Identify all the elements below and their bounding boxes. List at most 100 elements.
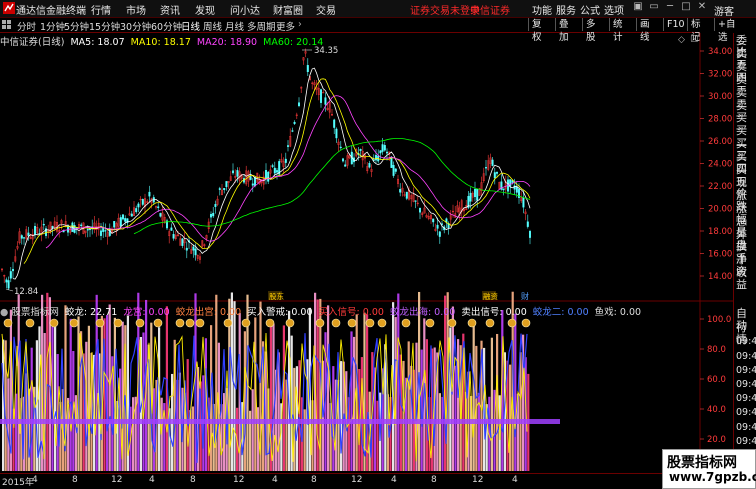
coin-icon: [377, 318, 387, 328]
menu-ask[interactable]: 问小达: [230, 2, 260, 17]
coin-icon: [135, 318, 145, 328]
tab-60min[interactable]: 60分钟: [151, 19, 182, 33]
time-tick: 4: [149, 475, 155, 485]
candle-body: [267, 171, 270, 182]
event-mark-finance[interactable]: 财: [521, 291, 529, 301]
tab-15min[interactable]: 15分钟: [89, 19, 120, 33]
price-tick: 30.00: [708, 92, 732, 102]
close-icon[interactable]: ✕: [696, 1, 708, 14]
price-tick: 26.00: [708, 137, 732, 147]
indicator-tick: 20.0: [707, 435, 726, 445]
indicator-bar: [295, 366, 298, 471]
overlay-button[interactable]: 叠加: [555, 18, 572, 43]
indicator-bar: [514, 313, 517, 471]
buysignal-value: 买入信号: 0.00: [318, 307, 384, 318]
candle-body: [273, 167, 276, 174]
candle-body: [368, 163, 371, 168]
tab-1min[interactable]: 1分钟: [40, 19, 65, 33]
coin-icon: [285, 318, 295, 328]
candle-body: [333, 119, 336, 128]
time-tick: 4: [391, 475, 397, 485]
menu-quotes[interactable]: 行情: [91, 2, 111, 17]
price-tick: 14.00: [708, 272, 732, 282]
coin-icon: [195, 318, 205, 328]
f10-button[interactable]: F10: [663, 18, 688, 31]
broker-name[interactable]: 中信证券: [470, 2, 510, 17]
candle-body: [284, 158, 287, 163]
event-mark-financing[interactable]: 融资: [483, 291, 498, 301]
app-logo-icon: [3, 2, 15, 14]
candle-body: [225, 181, 228, 188]
indicator-bar: [438, 393, 441, 471]
coin-icon: [331, 318, 341, 328]
skin-icon[interactable]: ▣: [632, 1, 644, 14]
candle-body: [113, 221, 116, 228]
candle-body: [102, 227, 105, 232]
tab-5min[interactable]: 5分钟: [64, 19, 89, 33]
tab-weekly[interactable]: 周线: [203, 19, 222, 33]
indicator-tick: 60.0: [707, 375, 726, 385]
adjust-button[interactable]: 复权: [528, 18, 545, 43]
candle-body: [324, 97, 327, 105]
sellsignal-value: 卖出信号: 0.00: [461, 307, 527, 318]
candlestick-series: [1, 48, 532, 291]
candle-body: [491, 159, 494, 166]
restore-icon[interactable]: ▭: [648, 1, 660, 14]
guest-label[interactable]: 游客: [714, 3, 734, 18]
candle-body: [27, 232, 30, 236]
coin-icon: [25, 318, 35, 328]
candle-body: [474, 189, 477, 198]
candle-body: [529, 231, 532, 238]
candle-body: [469, 192, 472, 202]
chart-area[interactable]: 34.00 32.00 30.00 28.00 26.00 24.00 22.00 20.00…: [0, 33, 733, 473]
add-watchlist-button[interactable]: +自选: [714, 18, 738, 43]
menu-options[interactable]: 选项: [604, 2, 624, 17]
tab-timeshare[interactable]: 分时: [17, 19, 36, 33]
menu-market[interactable]: 市场: [126, 2, 146, 17]
candle-body: [7, 280, 10, 289]
draw-line-button[interactable]: 画线: [636, 18, 653, 43]
indicator-bar: [30, 347, 33, 471]
menu-trade[interactable]: 交易: [316, 2, 336, 17]
menu-formula[interactable]: 公式: [580, 2, 600, 17]
candle-body: [271, 165, 274, 167]
multi-stock-button[interactable]: 多股: [582, 18, 599, 43]
indicator-tick: 100.0: [707, 315, 731, 325]
tick-time: 09:47: [736, 393, 756, 405]
tab-more[interactable]: 更多: [276, 19, 295, 33]
stats-button[interactable]: 统计: [609, 18, 626, 43]
candle-body: [212, 212, 215, 217]
tick-time: 09:47: [736, 336, 756, 348]
jiaolong2-value: 蛟龙二: 0.00: [532, 307, 589, 318]
mark-button[interactable]: 标记: [687, 18, 704, 43]
candle-body: [108, 228, 111, 236]
indicator-tick: 80.0: [707, 345, 726, 355]
minimize-icon[interactable]: ─: [664, 1, 676, 14]
time-tick: 4: [32, 475, 38, 485]
time-tick: 12: [111, 475, 123, 485]
indicator-bar: [285, 379, 288, 471]
time-tick: 4: [272, 475, 278, 485]
candle-body: [502, 188, 505, 191]
indicator-name[interactable]: 股票指标网: [11, 307, 59, 318]
menu-service[interactable]: 服务: [556, 2, 576, 17]
menu-news[interactable]: 资讯: [160, 2, 180, 17]
indicator-bar: [87, 325, 90, 471]
candle-body: [379, 150, 382, 154]
tab-daily[interactable]: 日线: [181, 19, 200, 33]
menu-discover[interactable]: 发现: [195, 2, 215, 17]
more-arrow-icon[interactable]: ›: [298, 19, 302, 30]
menu-wealth[interactable]: 财富圈: [273, 2, 303, 17]
maximize-icon[interactable]: □: [680, 1, 692, 14]
tab-monthly[interactable]: 月线: [225, 19, 244, 33]
indicator-bar: [80, 331, 83, 471]
event-mark-holders[interactable]: 股东: [269, 291, 284, 301]
tab-multi-period[interactable]: 多周期: [247, 19, 276, 33]
longgong-value: 龙宫: 0.00: [123, 307, 170, 318]
candle-body: [381, 144, 384, 152]
menu-function[interactable]: 功能: [532, 2, 552, 17]
quote-field-label: 收益: [736, 266, 747, 291]
app-title: 通达信金融终端: [16, 6, 86, 17]
tab-30min[interactable]: 30分钟: [120, 19, 151, 33]
grid-icon[interactable]: [2, 20, 12, 30]
